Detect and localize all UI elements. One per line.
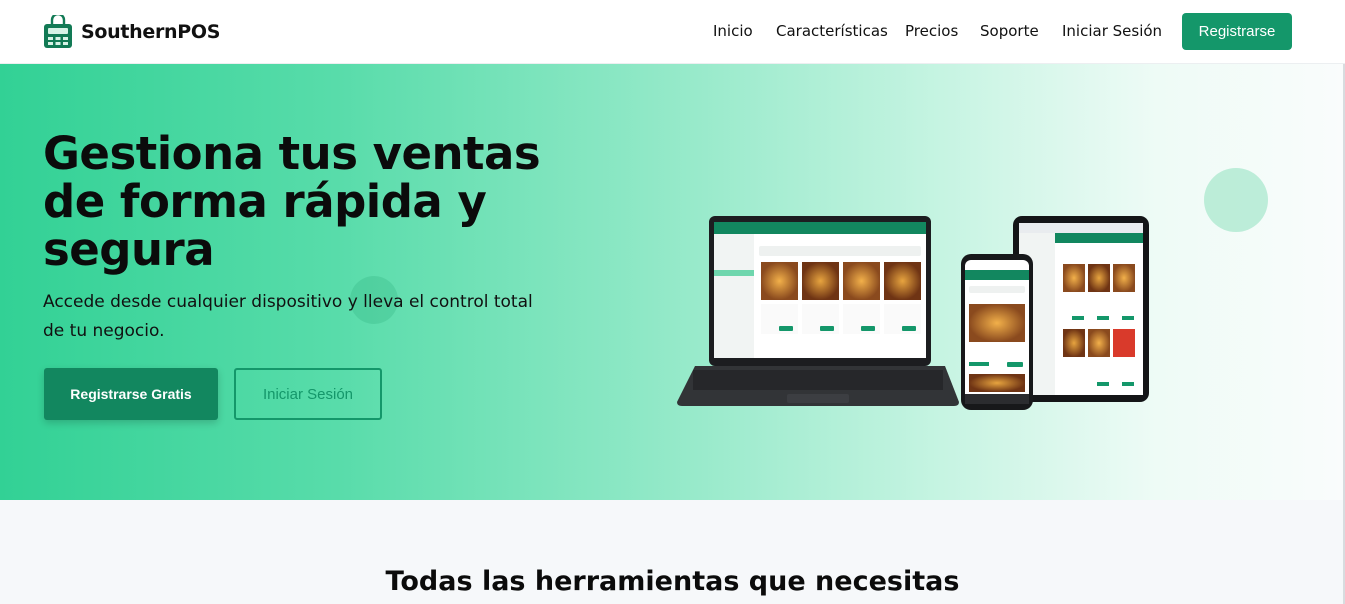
hero-title: Gestiona tus ventas de forma rápida y se… [43, 127, 541, 276]
brand-name: SouthernPOS [81, 21, 221, 43]
nav-soporte[interactable]: Soporte [980, 22, 1039, 40]
top-navbar: SouthernPOS Inicio Características Preci… [0, 0, 1345, 64]
nav-inicio[interactable]: Inicio [713, 22, 753, 40]
register-button[interactable]: Registrarse [1182, 13, 1292, 50]
nav-iniciar-sesion[interactable]: Iniciar Sesión [1062, 22, 1162, 40]
nav-precios[interactable]: Precios [905, 22, 958, 40]
store-register-icon [44, 15, 72, 48]
decorative-bubble [1204, 168, 1268, 232]
login-button[interactable]: Iniciar Sesión [234, 368, 382, 420]
brand[interactable]: SouthernPOS [43, 15, 220, 49]
devices-mockup-image [677, 216, 1149, 410]
features-section-title: Todas las herramientas que necesitas [385, 566, 960, 597]
hero-section: Gestiona tus ventas de forma rápida y se… [0, 64, 1345, 500]
register-free-button[interactable]: Registrarse Gratis [44, 368, 218, 420]
nav-caracteristicas[interactable]: Características [776, 22, 888, 40]
hero-subtitle: Accede desde cualquier dispositivo y lle… [43, 292, 533, 341]
